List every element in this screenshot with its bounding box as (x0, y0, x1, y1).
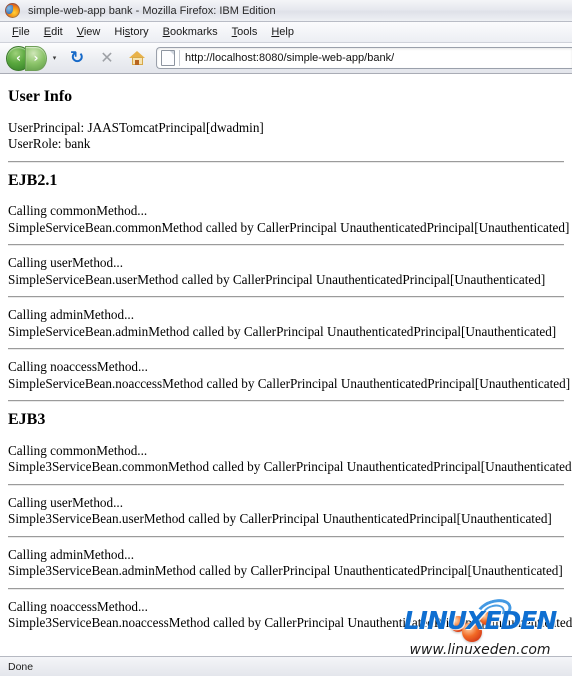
call-line: Calling noaccessMethod... (8, 359, 148, 375)
browser-window: simple-web-app bank - Mozilla Firefox: I… (0, 0, 572, 676)
ejb3-block-usermethod: Calling userMethod... Simple3ServiceBean… (8, 495, 564, 528)
heading-ejb3: EJB3 (8, 411, 46, 429)
user-role-line: UserRole: bank (8, 136, 91, 152)
menu-item-view-rest: iew (83, 26, 101, 38)
menu-item-view[interactable]: View (70, 24, 108, 40)
reload-icon: ↻ (69, 47, 85, 68)
call-line: Calling userMethod... (8, 494, 124, 510)
divider (8, 587, 564, 590)
reload-button[interactable]: ↻ (63, 45, 91, 71)
menu-item-history[interactable]: History (107, 24, 155, 40)
address-bar-url[interactable]: http://localhost:8080/simple-web-app/ban… (185, 52, 394, 64)
divider (8, 400, 564, 403)
divider (8, 535, 564, 538)
navigation-toolbar: ‹ › ▾ ↻ ✕ http://localhost:8080/simple-w… (0, 43, 572, 74)
result-line: SimpleServiceBean.commonMethod called by… (8, 219, 570, 235)
ejb21-block-commonmethod: Calling commonMethod... SimpleServiceBea… (8, 203, 570, 236)
heading-user-info: User Info (8, 88, 73, 105)
ejb3-block-commonmethod: Calling commonMethod... Simple3ServiceBe… (8, 442, 572, 476)
menu-bar: File Edit View History Bookmarks Tools H… (0, 22, 572, 43)
ejb21-block-adminmethod: Calling adminMethod... SimpleServiceBean… (8, 307, 564, 340)
forward-arrow-icon: › (33, 51, 39, 65)
stop-button[interactable]: ✕ (93, 45, 121, 71)
title-bar: simple-web-app bank - Mozilla Firefox: I… (0, 0, 572, 22)
user-info-block: UserPrincipal: JAASTomcatPrincipal[dwadm… (8, 120, 564, 153)
ejb3-block-noaccessmethod: Calling noaccessMethod... Simple3Service… (8, 598, 572, 632)
menu-item-tools-rest: ools (237, 26, 258, 38)
ejb21-block-usermethod: Calling userMethod... SimpleServiceBean.… (8, 255, 564, 288)
ejb3-block-adminmethod: Calling adminMethod... Simple3ServiceBea… (8, 547, 564, 580)
menu-item-edit-rest: dit (51, 26, 63, 38)
page-favicon-icon (161, 50, 175, 66)
ejb21-block-noaccessmethod: Calling noaccessMethod... SimpleServiceB… (8, 359, 571, 392)
result-line: Simple3ServiceBean.noaccessMethod called… (8, 615, 572, 631)
result-line: Simple3ServiceBean.commonMethod called b… (8, 459, 572, 475)
back-arrow-icon: ‹ (16, 51, 21, 65)
menu-item-tools[interactable]: Tools (225, 24, 265, 40)
call-line: Calling noaccessMethod... (8, 598, 148, 614)
user-principal-line: UserPrincipal: JAASTomcatPrincipal[dwadm… (8, 119, 264, 135)
window-title: simple-web-app bank - Mozilla Firefox: I… (28, 4, 276, 17)
menu-item-file-rest: ile (18, 26, 30, 38)
call-line: Calling userMethod... (8, 255, 124, 271)
result-line: Simple3ServiceBean.userMethod called by … (8, 511, 552, 527)
address-bar[interactable]: http://localhost:8080/simple-web-app/ban… (156, 47, 572, 69)
menu-item-help-rest: elp (279, 26, 294, 38)
home-door-shape (135, 59, 139, 65)
menu-item-bookmarks-rest: ookmarks (169, 26, 218, 38)
firefox-logo-icon (5, 3, 20, 18)
menu-item-file[interactable]: File (5, 24, 37, 40)
result-line: Simple3ServiceBean.adminMethod called by… (8, 563, 563, 579)
status-text: Done (8, 660, 34, 673)
menu-item-help[interactable]: Help (264, 24, 301, 40)
divider (8, 160, 564, 163)
divider (8, 483, 564, 486)
call-line: Calling adminMethod... (8, 546, 135, 562)
result-line: SimpleServiceBean.adminMethod called by … (8, 323, 557, 339)
status-bar: Done (0, 656, 572, 676)
history-dropdown-button[interactable]: ▾ (48, 54, 61, 62)
call-line: Calling commonMethod... (8, 442, 148, 458)
menu-item-history-rest: tory (130, 26, 149, 38)
divider (8, 296, 564, 299)
stop-icon: ✕ (100, 48, 114, 67)
home-button[interactable] (123, 45, 151, 71)
forward-button[interactable]: › (25, 45, 47, 71)
menu-item-bookmarks[interactable]: Bookmarks (156, 24, 225, 40)
page-content: User Info UserPrincipal: JAASTomcatPrinc… (0, 74, 572, 656)
home-icon (128, 50, 146, 66)
result-line: SimpleServiceBean.noaccessMethod called … (8, 375, 571, 391)
divider (8, 244, 564, 247)
result-line: SimpleServiceBean.userMethod called by C… (8, 271, 546, 287)
heading-ejb21: EJB2.1 (8, 171, 58, 189)
call-line: Calling commonMethod... (8, 203, 148, 219)
watermark-url: www.linuxeden.com (409, 642, 551, 656)
call-line: Calling adminMethod... (8, 307, 135, 323)
divider (8, 348, 564, 351)
address-bar-separator (179, 50, 180, 66)
menu-item-edit[interactable]: Edit (37, 24, 70, 40)
chevron-down-icon: ▾ (52, 55, 57, 62)
